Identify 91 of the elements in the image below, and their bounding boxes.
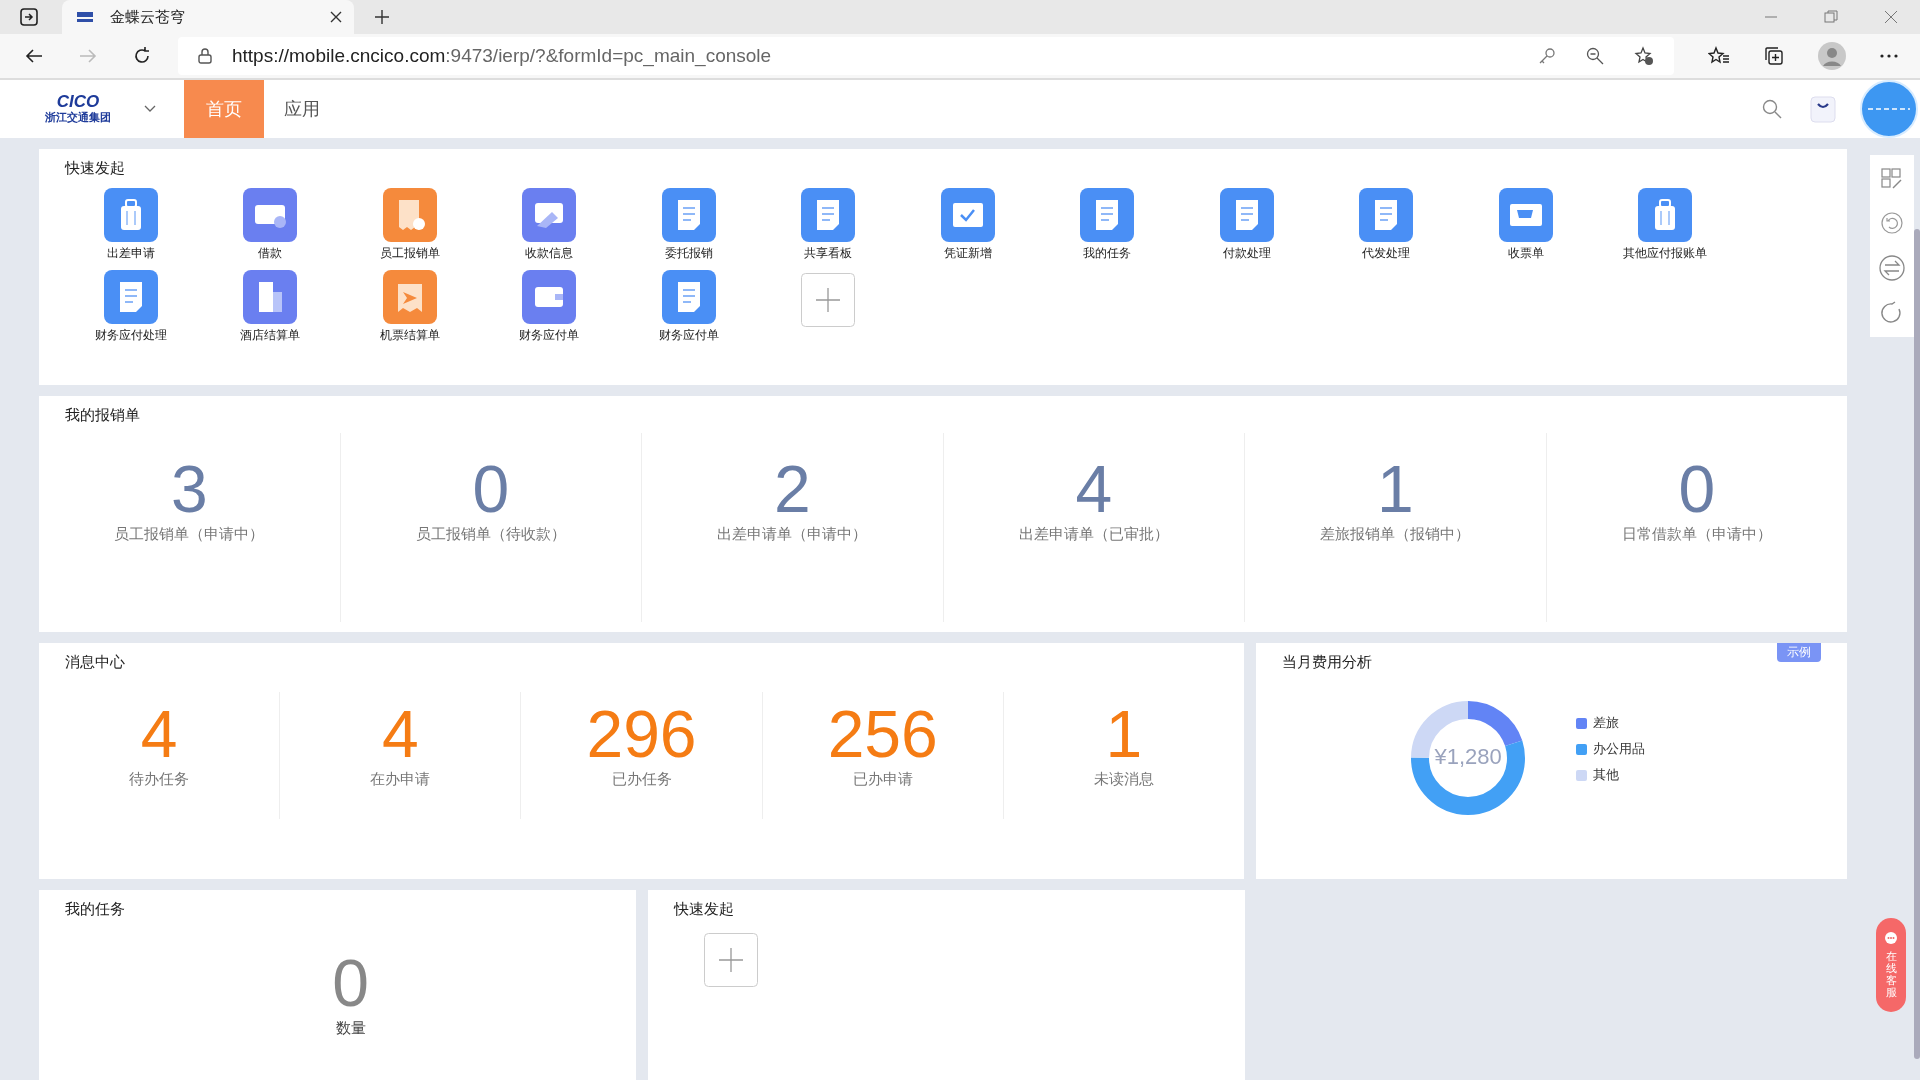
stat-value[interactable]: 0 <box>1678 453 1716 525</box>
app-label[interactable]: 酒店结算单 <box>240 327 301 344</box>
stat-label: 已办任务 <box>611 770 672 789</box>
stat-value[interactable]: 3 <box>170 453 208 525</box>
stat-label: 在办申请 <box>370 770 431 789</box>
tab-title: 金蝶云苍穹 <box>110 7 186 27</box>
stat-value[interactable]: 1 <box>1377 453 1414 525</box>
key-icon[interactable] <box>1538 47 1556 66</box>
app-icon[interactable] <box>661 188 716 242</box>
profile-avatar-icon[interactable] <box>1818 42 1846 71</box>
app-label[interactable]: 收票单 <box>1507 245 1544 262</box>
app-label[interactable]: 其他应付报账单 <box>1623 245 1708 262</box>
close-icon[interactable] <box>330 11 342 24</box>
total-amount: ¥1,280 <box>1433 744 1503 770</box>
site-favicon-icon <box>76 11 94 24</box>
app-label[interactable]: 员工报销单 <box>379 245 440 262</box>
app-icon[interactable] <box>522 270 577 324</box>
company-logo[interactable]: CICO 浙江交通集团 <box>42 93 114 125</box>
stat-label: 差旅报销单（报销中） <box>1320 525 1471 544</box>
app-icon[interactable] <box>243 270 298 324</box>
app-label[interactable]: 代发处理 <box>1362 245 1411 262</box>
tab-actions-icon[interactable] <box>20 8 38 27</box>
new-tab-icon[interactable] <box>374 9 390 26</box>
app-label[interactable]: 财务应付单 <box>519 327 580 344</box>
stat-label: 出差申请单（申请中） <box>717 525 868 544</box>
app-label[interactable]: 凭证新增 <box>943 245 992 262</box>
app-icon[interactable] <box>661 270 716 324</box>
stat-label: 待办任务 <box>129 770 190 789</box>
zoom-out-icon[interactable] <box>1586 47 1604 66</box>
bag-icon[interactable] <box>1810 95 1836 123</box>
app-label[interactable]: 借款 <box>258 245 283 262</box>
stat-label: 未读消息 <box>1093 770 1154 789</box>
app-icon[interactable] <box>940 188 995 242</box>
app-label[interactable]: 机票结算单 <box>379 327 440 344</box>
app-label[interactable]: 付款处理 <box>1222 245 1271 262</box>
app-icon[interactable] <box>1219 188 1274 242</box>
stat-label: 已办申请 <box>852 770 913 789</box>
card-title: 我的任务 <box>65 900 125 919</box>
url-text: https://mobile.cncico.com:9473/ierp/?&formId=pc_main_console <box>232 45 772 68</box>
app-label[interactable]: 财务应付单 <box>658 327 719 344</box>
add-favorite-icon[interactable] <box>1634 46 1654 67</box>
card-title: 消息中心 <box>65 653 125 672</box>
add-icon[interactable] <box>704 933 758 987</box>
app-icon[interactable] <box>1359 188 1414 242</box>
browser-tab[interactable]: 金蝶云苍穹 <box>62 0 354 35</box>
user-avatar-icon[interactable] <box>1860 80 1918 138</box>
stat-value[interactable]: 2 <box>773 453 811 525</box>
app-label[interactable]: 共享看板 <box>804 245 853 262</box>
stat-value[interactable]: 4 <box>1075 453 1113 525</box>
stat-value[interactable]: 0 <box>332 947 369 1019</box>
card-title: 快速发起 <box>674 900 734 919</box>
restore-icon[interactable] <box>1824 10 1838 25</box>
search-icon[interactable] <box>1762 99 1782 119</box>
legend-label: 差旅 <box>1593 714 1620 732</box>
stat-label: 出差申请单（已审批） <box>1018 525 1169 544</box>
stat-label: 日常借款单（申请中） <box>1621 525 1772 544</box>
app-icon[interactable] <box>1638 188 1693 242</box>
app-icon[interactable] <box>382 188 437 242</box>
lock-icon <box>198 48 212 65</box>
app-icon[interactable] <box>103 188 158 242</box>
app-icon[interactable] <box>103 270 158 324</box>
address-bar[interactable]: https://mobile.cncico.com:9473/ierp/?&formId=pc_main_console <box>178 37 1674 76</box>
swap-icon[interactable] <box>1879 255 1906 281</box>
app-icon[interactable] <box>1080 188 1135 242</box>
app-icon[interactable] <box>1498 188 1553 242</box>
stat-label: 数量 <box>335 1019 366 1038</box>
app-label[interactable]: 委托报销 <box>664 245 713 262</box>
app-label[interactable]: 财务应付处理 <box>94 327 167 344</box>
legend-label: 其他 <box>1593 766 1620 784</box>
sample-badge: 示例 <box>1777 643 1822 662</box>
app-label[interactable]: 我的任务 <box>1083 245 1132 262</box>
layout-edit-icon[interactable] <box>1880 167 1905 191</box>
more-icon[interactable] <box>1880 54 1898 59</box>
stat-label: 员工报销单（申请中） <box>114 525 265 544</box>
card-title: 我的报销单 <box>65 406 140 425</box>
app-icon[interactable] <box>801 188 856 242</box>
card-title: 快速发起 <box>65 159 125 178</box>
app-label[interactable]: 收款信息 <box>525 245 574 262</box>
legend-label: 办公用品 <box>1593 740 1646 758</box>
stat-value[interactable]: 0 <box>472 453 510 525</box>
stat-label: 员工报销单（待收款） <box>415 525 566 544</box>
undo-icon[interactable] <box>1880 211 1905 235</box>
collections-icon[interactable] <box>1764 46 1784 67</box>
add-icon[interactable] <box>801 273 856 327</box>
chat-bubble-icon <box>1884 931 1899 946</box>
app-icon[interactable] <box>243 188 298 242</box>
app-label[interactable]: 出差申请 <box>106 245 155 262</box>
app-icon[interactable] <box>522 188 577 242</box>
chevron-down-icon[interactable] <box>144 105 156 113</box>
app-icon[interactable] <box>382 270 437 324</box>
card-title: 当月费用分析 <box>1282 653 1372 672</box>
